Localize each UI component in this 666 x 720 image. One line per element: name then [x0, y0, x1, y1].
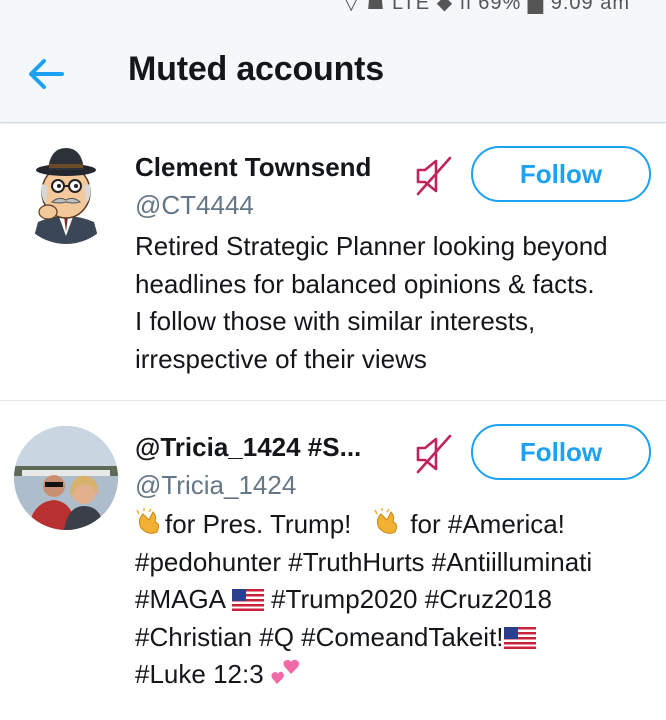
- bio-text: #Christian #Q #ComeandTakeit!: [135, 621, 504, 652]
- bio-text: for Pres. Trump!: [165, 509, 352, 539]
- unmute-button[interactable]: [412, 432, 456, 476]
- account-name[interactable]: @Tricia_1424 #S...: [135, 432, 361, 463]
- us-flag-emoji-icon: [503, 626, 536, 649]
- status-bar: ▽ ☗ LTE ◆ ıl 69% ▇ 9:09 am: [0, 0, 666, 16]
- account-handle[interactable]: @Tricia_1424: [135, 470, 296, 501]
- cartoon-man-avatar: [32, 148, 100, 244]
- clapping-hands-emoji-icon: [136, 508, 160, 534]
- account-name[interactable]: Clement Townsend: [135, 152, 371, 183]
- account-handle[interactable]: @CT4444: [135, 190, 254, 221]
- muted-account-row[interactable]: @Tricia_1424 #S... @Tricia_1424 Follow f…: [0, 402, 666, 720]
- bio-line: #Christian #Q #ComeandTakeit!: [135, 619, 665, 657]
- us-flag-emoji-icon: [231, 589, 264, 611]
- back-button[interactable]: [22, 50, 70, 98]
- muted-speaker-icon: [416, 434, 452, 474]
- bio-line: #Luke 12:3: [135, 656, 665, 694]
- account-bio: Retired Strategic Planner looking beyond…: [135, 228, 665, 378]
- bio-line: for Pres. Trump! for #America!: [135, 506, 665, 544]
- arrow-left-icon: [29, 59, 64, 89]
- bio-text: for #America!: [410, 509, 565, 539]
- bio-line: I follow those with similar interests,: [135, 306, 536, 336]
- selfie-photo-avatar: [14, 426, 118, 530]
- bio-line: #pedohunter #TruthHurts #Antiilluminati: [135, 546, 593, 577]
- follow-button[interactable]: Follow: [471, 424, 651, 480]
- muted-speaker-icon: [416, 156, 452, 196]
- unmute-button[interactable]: [412, 154, 456, 198]
- app-bar: Muted accounts: [0, 16, 666, 123]
- follow-button[interactable]: Follow: [471, 146, 651, 202]
- avatar[interactable]: [14, 426, 118, 530]
- account-bio: for Pres. Trump! for #America! #pedohunt…: [135, 506, 665, 694]
- bio-text: #MAGA: [135, 584, 225, 614]
- bio-line: Retired Strategic Planner looking beyond: [135, 231, 608, 261]
- bio-line: headlines for balanced opinions & facts.: [135, 268, 595, 299]
- avatar[interactable]: [14, 140, 118, 244]
- status-bar-text: ▽ ☗ LTE ◆ ıl 69% ▇ 9:09 am: [343, 0, 630, 14]
- bio-line: #MAGA #Trump2020 #Cruz2018: [135, 581, 665, 619]
- page-title: Muted accounts: [128, 50, 385, 88]
- muted-account-row[interactable]: Clement Townsend @CT4444 Follow Retired …: [0, 124, 666, 401]
- bio-text: #Luke 12:3: [135, 659, 264, 689]
- bio-text: #Trump2020 #Cruz2018: [271, 584, 552, 614]
- bio-line: irrespective of their views: [135, 343, 427, 374]
- two-hearts-emoji-icon: [271, 659, 300, 684]
- clapping-hands-emoji-icon: [374, 508, 398, 534]
